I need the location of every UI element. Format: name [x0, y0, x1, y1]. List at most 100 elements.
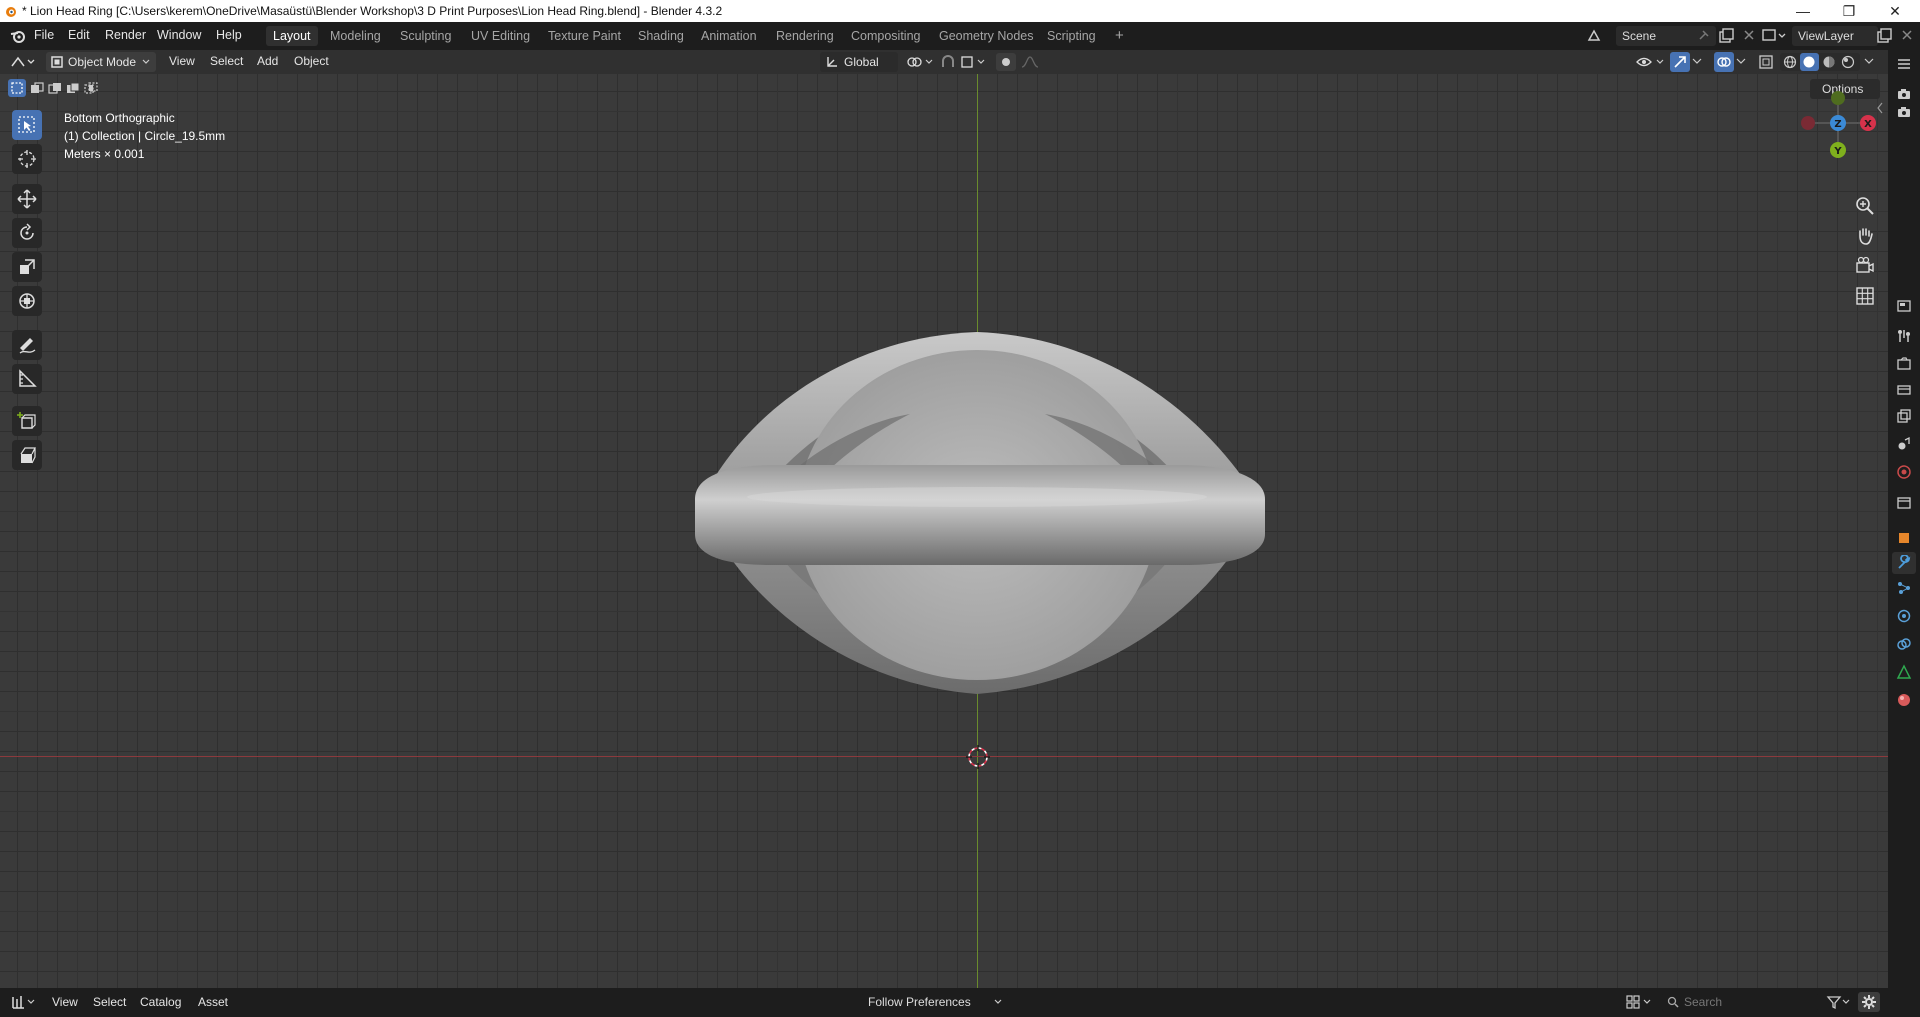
rendered-shading-icon[interactable] [1841, 55, 1855, 69]
snap-icon[interactable] [940, 54, 956, 70]
scene-properties-icon[interactable] [1896, 436, 1912, 452]
pin-icon[interactable] [1696, 29, 1710, 43]
tab-animation[interactable]: Animation [694, 26, 764, 46]
select-intersect-icon[interactable] [84, 82, 98, 94]
properties-editor-icon[interactable] [1896, 298, 1912, 314]
rotate-tool[interactable] [12, 218, 42, 248]
chevron-down-icon[interactable] [1736, 56, 1746, 66]
xray-icon[interactable] [1758, 54, 1774, 70]
data-properties-icon[interactable] [1896, 664, 1912, 680]
sidebar-toggle-icon[interactable] [1876, 102, 1884, 114]
bottom-menu-asset[interactable]: Asset [198, 995, 228, 1009]
restore-button[interactable]: ❐ [1826, 0, 1872, 22]
wireframe-shading-icon[interactable] [1783, 55, 1797, 69]
select-box-tool[interactable] [12, 110, 42, 140]
tab-compositing[interactable]: Compositing [844, 26, 927, 46]
select-invert-icon[interactable] [66, 82, 80, 94]
add-cube-tool[interactable] [12, 406, 42, 436]
editor-type-icon[interactable] [10, 54, 36, 70]
header-menu-object[interactable]: Object [294, 54, 329, 68]
camera-icon[interactable] [1896, 86, 1912, 102]
tab-layout[interactable]: Layout [266, 26, 318, 46]
ring-mesh-object[interactable] [680, 329, 1280, 709]
proportional-edit-button[interactable] [996, 53, 1016, 71]
header-menu-view[interactable]: View [169, 54, 195, 68]
menu-window[interactable]: Window [157, 28, 201, 42]
tab-rendering[interactable]: Rendering [769, 26, 841, 46]
asset-search-input[interactable]: Search [1662, 992, 1818, 1012]
view-layer-icon[interactable] [1762, 28, 1786, 44]
annotate-tool[interactable] [12, 330, 42, 360]
move-tool[interactable] [12, 184, 42, 214]
perspective-grid-icon[interactable] [1855, 286, 1875, 306]
preferences-button[interactable] [1858, 992, 1880, 1012]
tab-geometry-nodes[interactable]: Geometry Nodes [932, 26, 1040, 46]
gizmo-neg-y[interactable] [1831, 91, 1845, 105]
navigation-gizmo[interactable]: Y X Z [1796, 88, 1886, 168]
solid-shading-button[interactable] [1800, 53, 1819, 71]
select-new-button[interactable] [8, 79, 26, 97]
3d-viewport[interactable]: Bottom Orthographic (1) Collection | Cir… [0, 74, 1888, 988]
falloff-icon[interactable] [1020, 55, 1048, 69]
collection-properties-icon[interactable] [1896, 494, 1912, 510]
new-scene-icon[interactable] [1718, 28, 1734, 44]
header-menu-select[interactable]: Select [210, 54, 243, 68]
bottom-menu-catalog[interactable]: Catalog [140, 995, 181, 1009]
filter-icon[interactable] [1826, 994, 1852, 1010]
material-preview-icon[interactable] [1822, 55, 1836, 69]
delete-scene-icon[interactable] [1742, 28, 1756, 42]
view-layer-selector[interactable]: ViewLayer [1792, 26, 1878, 46]
scene-icon[interactable] [1586, 28, 1602, 44]
tab-modeling[interactable]: Modeling [323, 26, 388, 46]
blender-menu-icon[interactable] [10, 28, 26, 44]
display-mode-grid-icon[interactable] [1626, 994, 1654, 1010]
chevron-down-icon[interactable] [1864, 56, 1874, 66]
pivot-point-icon[interactable] [906, 54, 934, 70]
material-properties-icon[interactable] [1896, 692, 1912, 708]
close-button[interactable]: ✕ [1872, 0, 1918, 22]
extrude-tool[interactable] [12, 440, 42, 470]
overlays-toggle-button[interactable] [1714, 52, 1734, 72]
output-properties-icon[interactable] [1896, 382, 1912, 398]
asset-browser-editor-icon[interactable] [10, 994, 38, 1010]
cursor-tool[interactable] [12, 144, 42, 174]
transform-orientation-selector[interactable]: Global [820, 52, 898, 72]
tool-settings-icon[interactable] [1896, 328, 1912, 344]
tab-uv-editing[interactable]: UV Editing [464, 26, 537, 46]
visibility-icon[interactable] [1636, 54, 1666, 70]
render-properties-icon[interactable] [1896, 356, 1912, 372]
mode-selector[interactable]: Object Mode [46, 52, 156, 72]
scale-tool[interactable] [12, 252, 42, 282]
gizmo-neg-x[interactable] [1801, 116, 1815, 130]
snap-target-icon[interactable] [960, 54, 988, 70]
tab-shading[interactable]: Shading [631, 26, 691, 46]
minimize-button[interactable]: — [1780, 0, 1826, 22]
select-subtract-icon[interactable] [48, 82, 62, 94]
object-properties-icon[interactable] [1896, 530, 1912, 546]
menu-file[interactable]: File [34, 28, 54, 42]
transform-tool[interactable] [12, 286, 42, 316]
camera-view-icon[interactable] [1855, 256, 1875, 276]
view-layer-properties-icon[interactable] [1896, 408, 1912, 424]
tab-sculpting[interactable]: Sculpting [393, 26, 458, 46]
add-workspace-button[interactable]: + [1108, 26, 1131, 46]
new-view-layer-icon[interactable] [1876, 28, 1892, 44]
chevron-down-icon[interactable] [1692, 56, 1702, 66]
constraints-icon[interactable] [1896, 636, 1912, 652]
particles-icon[interactable] [1896, 580, 1912, 596]
outliner-editor-icon[interactable] [1896, 56, 1912, 72]
header-menu-add[interactable]: Add [257, 54, 278, 68]
tab-texture-paint[interactable]: Texture Paint [541, 26, 628, 46]
delete-view-layer-icon[interactable] [1900, 28, 1914, 42]
modifier-tab-active[interactable] [1892, 552, 1916, 574]
import-method-dropdown[interactable]: Follow Preferences [862, 992, 1008, 1012]
select-extend-icon[interactable] [30, 82, 44, 94]
tab-scripting[interactable]: Scripting [1040, 26, 1103, 46]
zoom-icon[interactable] [1855, 196, 1875, 216]
bottom-menu-select[interactable]: Select [93, 995, 126, 1009]
world-properties-icon[interactable] [1896, 464, 1912, 480]
physics-icon[interactable] [1896, 608, 1912, 624]
measure-tool[interactable] [12, 364, 42, 394]
3d-cursor-icon[interactable] [964, 743, 992, 771]
camera-icon[interactable] [1896, 104, 1912, 120]
